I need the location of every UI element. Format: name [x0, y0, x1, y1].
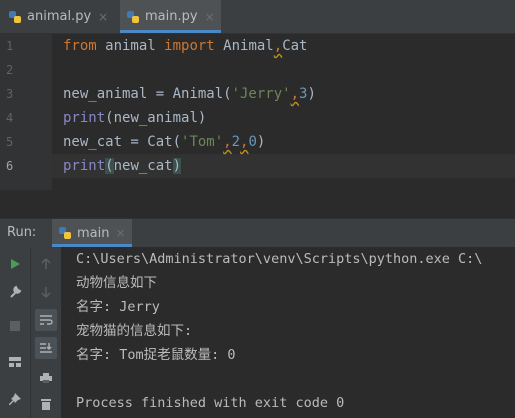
import-name: Animal [214, 38, 274, 54]
code-editor[interactable]: 1 2 3 4 5 6 from animal import Animal,Ca… [0, 34, 515, 190]
keyword: from [63, 38, 97, 54]
comma: , [223, 134, 232, 150]
code-text: (new_animal) [105, 110, 207, 126]
console-line: C:\Users\Administrator\venv\Scripts\pyth… [76, 251, 483, 267]
line-gutter: 1 2 3 4 5 6 [0, 34, 52, 190]
bracket-match: ) [172, 158, 182, 174]
pin-icon[interactable] [4, 389, 26, 411]
editor-tab-bar: animal.py × main.py × [0, 0, 515, 34]
builtin-function: print [63, 110, 106, 126]
code-line-6[interactable]: print(new_cat) [63, 154, 182, 178]
console-line: Process finished with exit code 0 [76, 395, 345, 411]
python-file-icon [126, 10, 140, 24]
number-literal: 0 [248, 134, 257, 150]
line-number: 2 [6, 63, 14, 77]
builtin-function: print [63, 158, 106, 174]
line-number: 5 [6, 135, 14, 149]
line-number: 4 [6, 111, 14, 125]
number-literal: 2 [231, 134, 241, 150]
tab-label: animal.py [27, 9, 92, 24]
close-icon[interactable]: × [205, 10, 215, 24]
tab-animal-py[interactable]: animal.py × [8, 0, 108, 33]
wrench-icon[interactable] [4, 281, 26, 303]
tab-label: main.py [145, 9, 198, 24]
run-toolbar: Run: main × [0, 218, 515, 247]
keyword: import [164, 38, 215, 54]
bracket-match: ( [105, 158, 114, 174]
run-tab-main[interactable]: main × [52, 219, 132, 247]
console-tool-column [30, 247, 61, 418]
code-line-5[interactable]: new_cat = Cat('Tom',2,0) [63, 130, 265, 154]
code-line-1[interactable]: from animal import Animal,Cat [63, 34, 307, 58]
trash-icon[interactable] [35, 393, 57, 415]
comma: , [290, 86, 300, 102]
comma: , [273, 38, 283, 54]
python-file-icon [8, 10, 22, 24]
line-number: 1 [6, 39, 14, 53]
code-text: new_animal = Animal( [63, 86, 232, 102]
string-literal: 'Jerry' [231, 86, 291, 102]
run-tool-column [0, 247, 30, 418]
string-literal: 'Tom' [181, 134, 224, 150]
code-text: new_cat [113, 158, 173, 174]
console-line: 动物信息如下 [76, 275, 157, 291]
run-console[interactable]: C:\Users\Administrator\venv\Scripts\pyth… [0, 247, 515, 418]
console-line: 名字: Jerry [76, 299, 160, 315]
close-icon[interactable]: × [115, 226, 125, 240]
import-name: Cat [282, 38, 308, 54]
run-tab-label: main [77, 225, 110, 241]
soft-wrap-icon[interactable] [35, 309, 57, 331]
code-text: new_cat = Cat( [63, 134, 182, 150]
code-line-4[interactable]: print(new_animal) [63, 106, 206, 130]
arrow-down-icon[interactable] [35, 281, 57, 303]
line-number: 3 [6, 87, 14, 101]
module-name: animal [96, 38, 165, 54]
console-line: 宠物猫的信息如下: [76, 323, 193, 339]
scroll-to-end-icon[interactable] [35, 337, 57, 359]
tab-main-py[interactable]: main.py × [120, 0, 221, 33]
code-text: ) [256, 134, 266, 150]
rerun-icon[interactable] [4, 253, 26, 275]
console-line: 名字: Tom捉老鼠数量: 0 [76, 347, 236, 363]
print-icon[interactable] [35, 367, 57, 389]
stop-icon[interactable] [4, 315, 26, 337]
layout-icon[interactable] [4, 351, 26, 373]
python-run-icon [58, 226, 72, 240]
code-text: ) [307, 86, 316, 102]
run-label: Run: [7, 225, 37, 240]
console-scrollbar[interactable] [510, 247, 515, 418]
close-icon[interactable]: × [98, 10, 108, 24]
arrow-up-icon[interactable] [35, 253, 57, 275]
code-line-3[interactable]: new_animal = Animal('Jerry',3) [63, 82, 316, 106]
line-number: 6 [6, 159, 14, 173]
